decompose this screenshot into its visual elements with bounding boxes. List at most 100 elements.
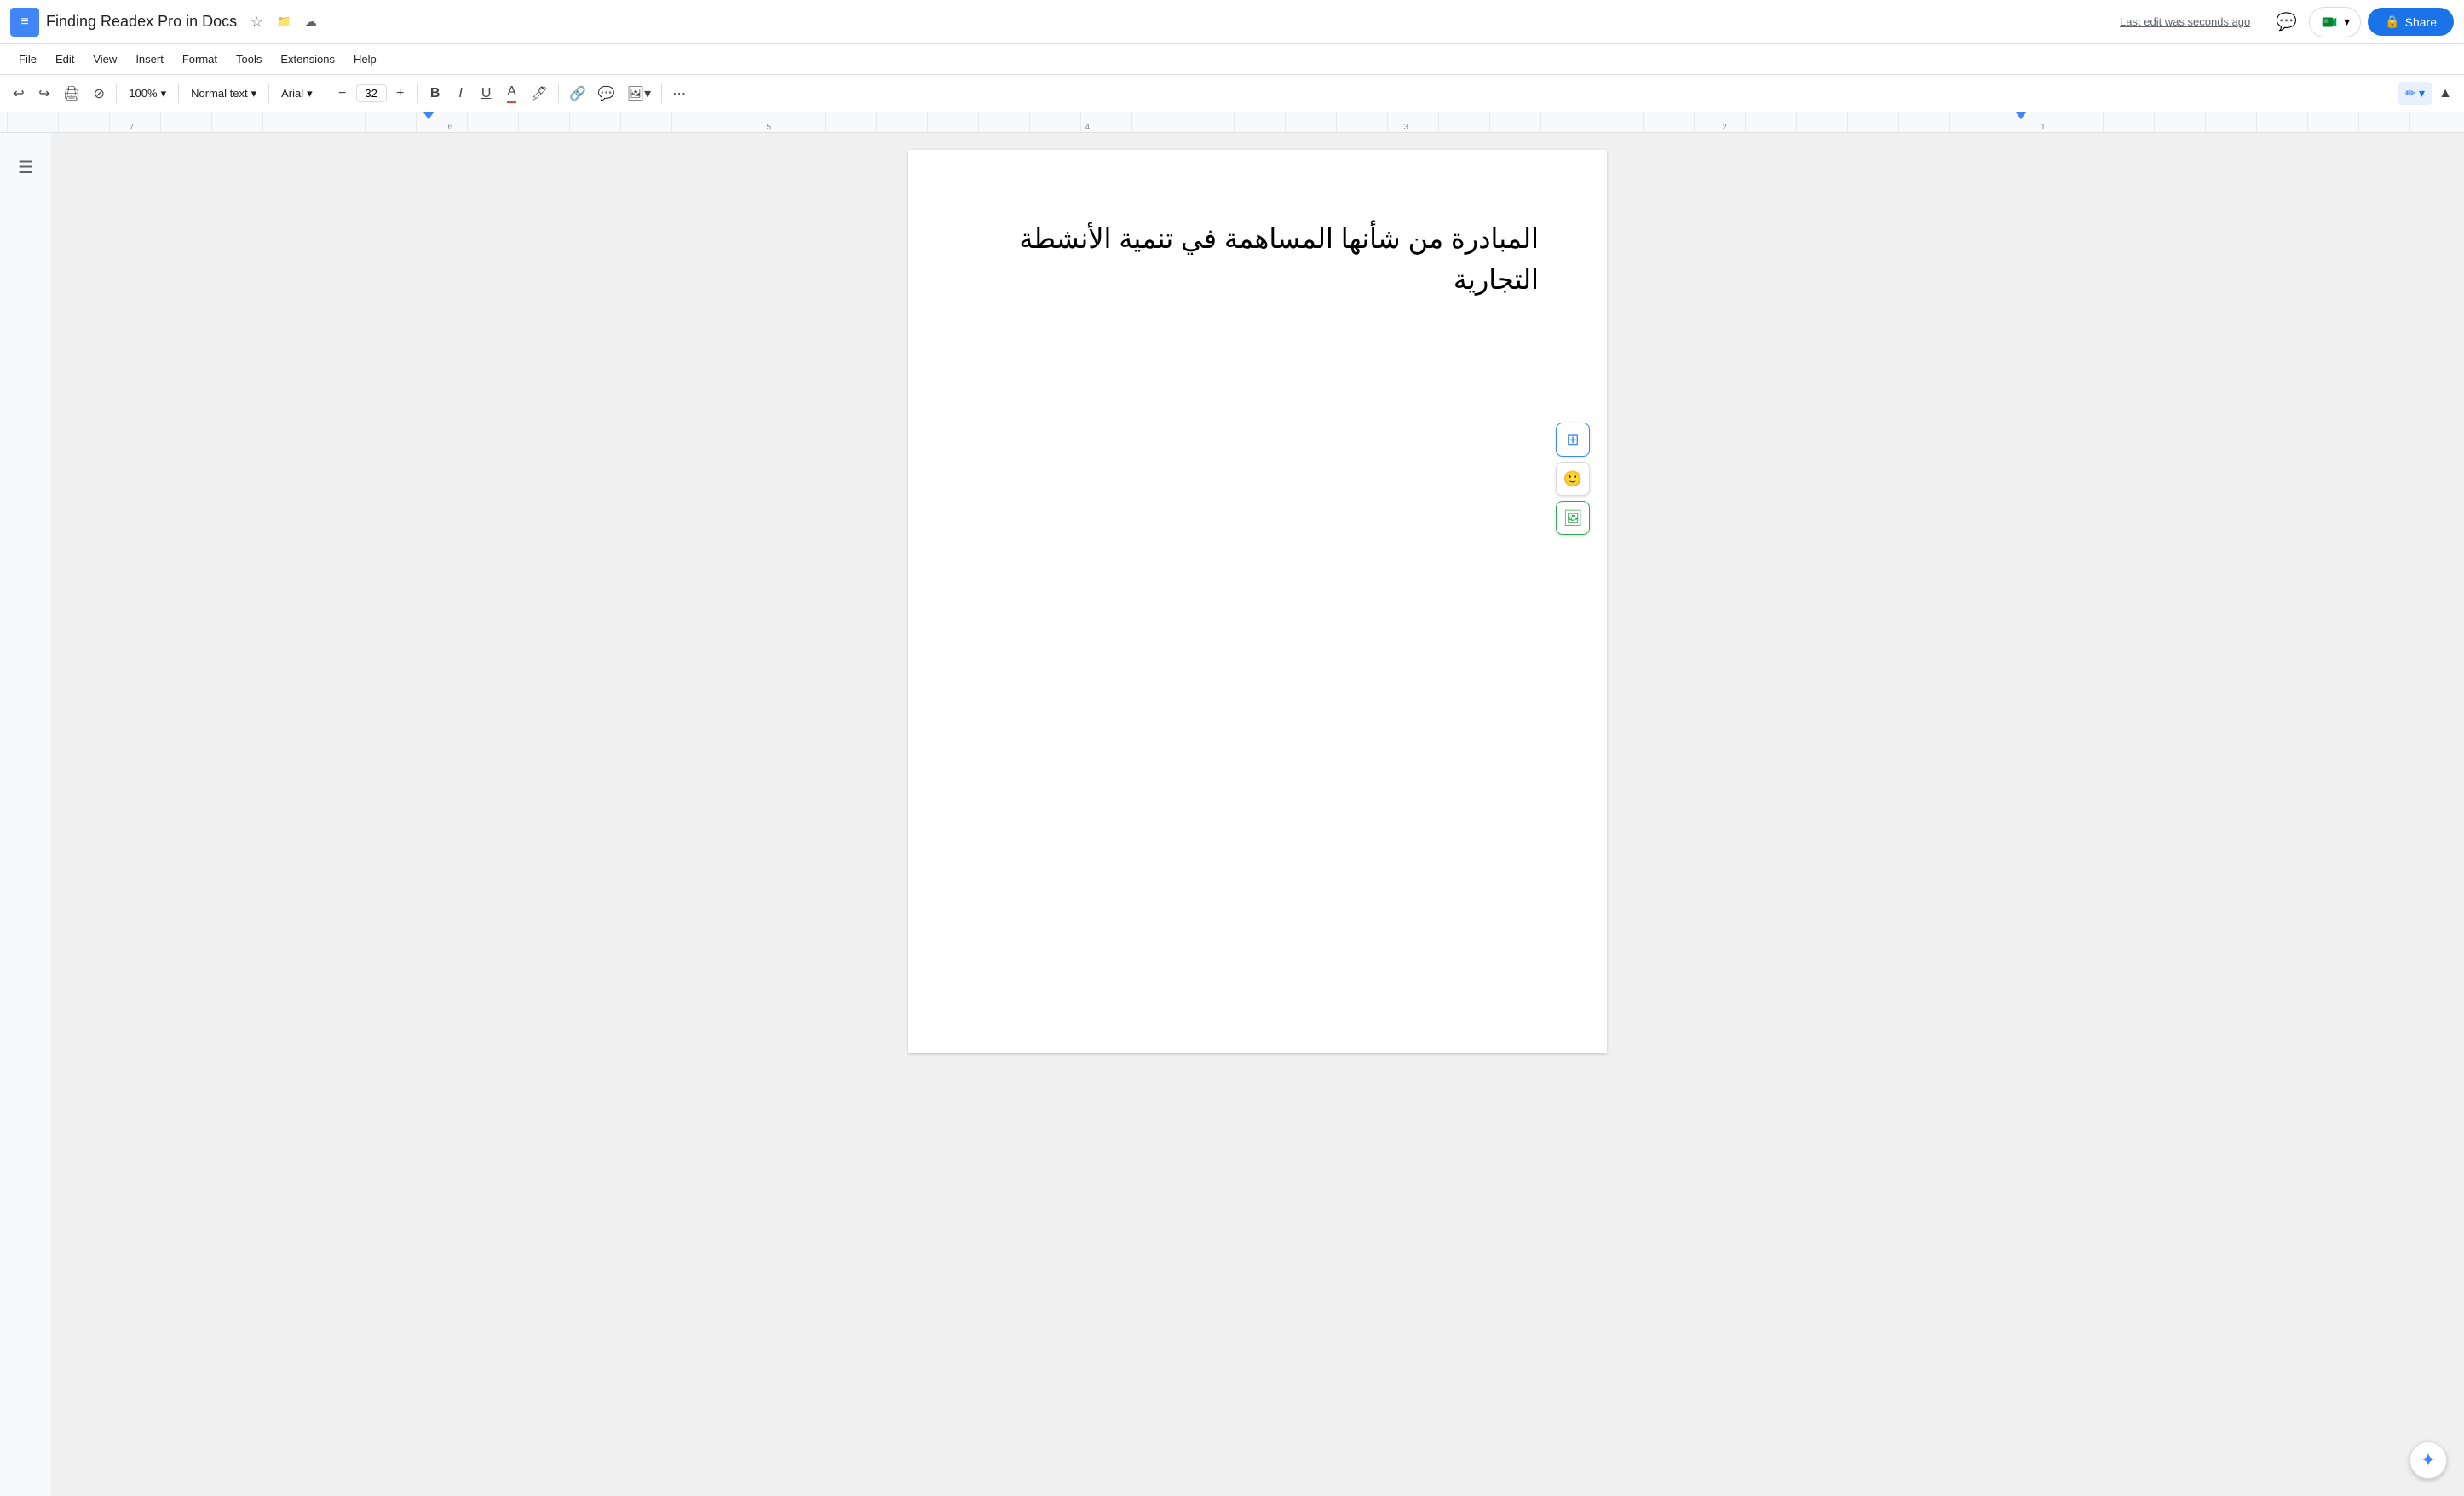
- share-label: Share: [2405, 15, 2437, 29]
- separator-6: [558, 84, 559, 103]
- font-size-input[interactable]: [356, 84, 387, 102]
- font-size-control: − +: [331, 82, 412, 106]
- ruler-inner: 7 6 5 4 3 2 1: [7, 112, 2457, 132]
- menu-edit[interactable]: Edit: [47, 49, 83, 69]
- menu-insert[interactable]: Insert: [127, 49, 172, 69]
- insert-image-icon: 🖼: [627, 85, 644, 102]
- paint-format-icon: ⊘: [94, 85, 105, 102]
- comments-button[interactable]: 💬: [2271, 6, 2302, 37]
- suggest-image-float-button[interactable]: 🖼: [1556, 501, 1590, 535]
- folder-icon: 📁: [276, 14, 291, 29]
- ruler-tick-5: 5: [767, 123, 772, 132]
- zoom-value: 100%: [129, 87, 157, 100]
- menu-file[interactable]: File: [10, 49, 45, 69]
- ruler-tick-4: 4: [1085, 123, 1090, 132]
- add-comment-float-button[interactable]: ⊞: [1556, 423, 1590, 457]
- redo-button[interactable]: ↪: [32, 81, 56, 106]
- lock-icon: 🔒: [2385, 14, 2399, 29]
- text-color-icon: A: [507, 84, 516, 103]
- insert-image-button[interactable]: 🖼 ▾: [622, 81, 656, 106]
- separator-7: [661, 84, 662, 103]
- ai-assistant-button[interactable]: ✦: [2409, 1441, 2447, 1479]
- emoji-float-button[interactable]: 🙂: [1556, 462, 1590, 496]
- outline-icon: ☰: [18, 158, 33, 177]
- meet-icon: [2320, 13, 2339, 32]
- menu-format[interactable]: Format: [174, 49, 226, 69]
- undo-button[interactable]: ↩: [7, 81, 31, 106]
- menu-bar: File Edit View Insert Format Tools Exten…: [0, 44, 2464, 75]
- collapse-toolbar-button[interactable]: ▲: [2433, 82, 2457, 106]
- print-button[interactable]: 🖨: [58, 81, 85, 106]
- editing-mode-button[interactable]: ✏ ▾: [2398, 82, 2432, 105]
- paint-format-button[interactable]: ⊘: [87, 81, 111, 106]
- font-chevron: ▾: [307, 87, 313, 101]
- add-comment-float-icon: ⊞: [1566, 431, 1579, 449]
- toolbar: ↩ ↪ 🖨 ⊘ 100% ▾ Normal text ▾ Arial ▾ − +…: [0, 75, 2464, 112]
- last-edit-label[interactable]: Last edit was seconds ago: [2120, 15, 2250, 28]
- document-page[interactable]: المبادرة من شأنها المساهمة في تنمية الأن…: [908, 150, 1607, 1053]
- separator-5: [417, 84, 418, 103]
- suggest-image-float-icon: 🖼: [1563, 509, 1583, 527]
- separator-1: [116, 84, 117, 103]
- share-button[interactable]: 🔒 Share: [2368, 8, 2454, 36]
- undo-icon: ↩: [13, 85, 24, 102]
- ruler-tick-1: 1: [2041, 123, 2046, 132]
- font-dropdown[interactable]: Arial ▾: [274, 83, 320, 104]
- meet-chevron: ▾: [2344, 14, 2350, 29]
- bold-button[interactable]: B: [423, 82, 447, 106]
- left-sidebar: ☰: [0, 133, 51, 1496]
- insert-comment-button[interactable]: 💬: [593, 81, 620, 106]
- document-content[interactable]: المبادرة من شأنها المساهمة في تنمية الأن…: [976, 218, 1539, 300]
- pencil-chevron: ▾: [2419, 86, 2425, 101]
- style-chevron: ▾: [251, 87, 257, 101]
- emoji-float-icon: 🙂: [1563, 470, 1582, 488]
- meet-button[interactable]: ▾: [2309, 7, 2361, 37]
- ruler-tab-stop-right: [2016, 112, 2026, 119]
- separator-3: [268, 84, 269, 103]
- app-icon[interactable]: ≡: [10, 8, 39, 37]
- more-icon: ⋯: [672, 85, 686, 102]
- menu-view[interactable]: View: [84, 49, 125, 69]
- outline-button[interactable]: ☰: [11, 150, 40, 185]
- underline-button[interactable]: U: [475, 82, 498, 106]
- insert-comment-icon: 💬: [598, 85, 615, 102]
- redo-icon: ↪: [38, 85, 49, 102]
- menu-tools[interactable]: Tools: [227, 49, 270, 69]
- italic-button[interactable]: I: [449, 82, 473, 106]
- italic-icon: I: [458, 86, 462, 101]
- separator-2: [178, 84, 179, 103]
- ruler-tab-stop-left: [423, 112, 434, 119]
- arabic-text-line1: المبادرة من شأنها المساهمة في تنمية الأن…: [1019, 223, 1539, 254]
- text-color-button[interactable]: A: [500, 80, 524, 107]
- style-dropdown[interactable]: Normal text ▾: [184, 83, 263, 104]
- doc-title: Finding Readex Pro in Docs: [46, 13, 237, 31]
- insert-image-chevron: ▾: [644, 85, 651, 102]
- pencil-icon: ✏: [2405, 86, 2415, 101]
- ruler-tick-6: 6: [448, 123, 453, 132]
- ruler-tick-2: 2: [1722, 123, 1727, 132]
- font-label: Arial: [281, 87, 303, 100]
- more-options-button[interactable]: ⋯: [667, 81, 691, 106]
- header-right: 💬 ▾ 🔒 Share: [2271, 6, 2454, 37]
- highlight-icon: 🖊: [531, 85, 548, 102]
- highlight-button[interactable]: 🖊: [526, 81, 553, 106]
- docs-icon: ≡: [20, 14, 28, 30]
- document-area[interactable]: المبادرة من شأنها المساهمة في تنمية الأن…: [51, 133, 2464, 1496]
- font-size-increase-button[interactable]: +: [389, 82, 412, 106]
- menu-extensions[interactable]: Extensions: [272, 49, 343, 69]
- zoom-dropdown[interactable]: 100% ▾: [122, 83, 173, 104]
- link-button[interactable]: 🔗: [564, 81, 591, 106]
- cloud-save-button[interactable]: ☁: [302, 11, 320, 32]
- move-to-folder-button[interactable]: 📁: [273, 11, 294, 32]
- print-icon: 🖨: [63, 85, 80, 102]
- star-button[interactable]: ☆: [247, 10, 266, 34]
- font-size-decrease-button[interactable]: −: [331, 82, 354, 106]
- ruler: 7 6 5 4 3 2 1: [0, 112, 2464, 133]
- menu-help[interactable]: Help: [345, 49, 385, 69]
- cloud-icon: ☁: [305, 14, 317, 29]
- ai-icon: ✦: [2421, 1449, 2436, 1471]
- zoom-control: 100% ▾: [122, 83, 173, 104]
- collapse-icon: ▲: [2438, 86, 2452, 101]
- main-area: ☰ المبادرة من شأنها المساهمة في تنمية ال…: [0, 133, 2464, 1496]
- title-bar: ≡ Finding Readex Pro in Docs ☆ 📁 ☁ Last …: [0, 0, 2464, 44]
